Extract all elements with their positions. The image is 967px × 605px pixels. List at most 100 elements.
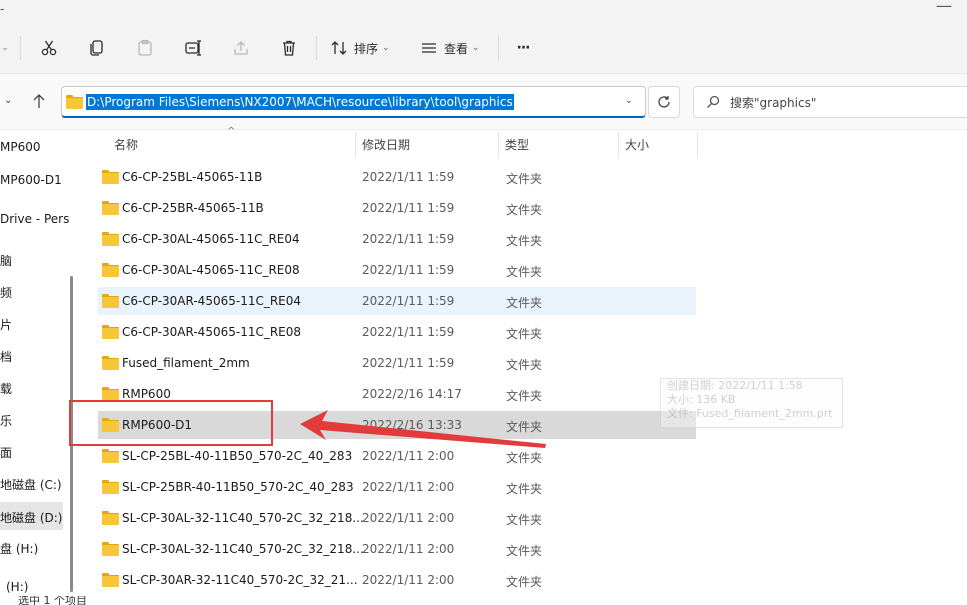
file-date: 2022/1/11 1:59 [362, 232, 455, 246]
file-name: C6-CP-25BL-45065-11B [122, 170, 263, 184]
sidebar-item-documents[interactable]: 档 [0, 348, 12, 365]
navigation-pane: MP600 MP600-D1 Drive - Pers 脑 频 片 档 载 乐 … [0, 130, 69, 605]
refresh-button[interactable] [648, 86, 680, 118]
chevron-down-icon: ⌄ [472, 43, 480, 53]
file-date: 2022/1/11 1:59 [362, 356, 455, 370]
status-selection-text: 选中 1 个项目 [18, 596, 87, 605]
search-icon [706, 95, 720, 109]
file-name: Fused_filament_2mm [122, 356, 250, 370]
paste-icon[interactable] [134, 36, 156, 60]
column-header-date[interactable]: 修改日期 [362, 130, 410, 158]
file-row[interactable]: C6-CP-25BL-45065-11B 2022/1/11 1:59 文件夹 [98, 163, 696, 191]
minimize-icon[interactable]: — [936, 0, 952, 15]
up-arrow-icon[interactable] [32, 93, 46, 113]
address-bar[interactable]: D:\Program Files\Siemens\NX2007\MACH\res… [61, 86, 646, 118]
file-name: SL-CP-30AL-32-11C40_570-2C_32_218... [122, 511, 364, 525]
file-row[interactable]: Fused_filament_2mm 2022/1/11 1:59 文件夹 [98, 349, 696, 377]
file-name: SL-CP-30AL-32-11C40_570-2C_32_218... [122, 542, 364, 556]
column-separator[interactable] [355, 132, 356, 158]
file-date: 2022/2/16 14:17 [362, 387, 462, 401]
sidebar-item-drive-h-2[interactable]: (H:) [6, 580, 28, 594]
file-row[interactable]: C6-CP-30AR-45065-11C_RE08 2022/1/11 1:59… [98, 318, 696, 346]
file-name: C6-CP-30AL-45065-11C_RE08 [122, 263, 300, 277]
delete-icon[interactable] [278, 36, 300, 60]
column-header-type[interactable]: 类型 [505, 130, 529, 158]
folder-icon [102, 356, 119, 370]
folder-icon [102, 449, 119, 463]
sort-ascending-icon[interactable]: ^ [227, 126, 235, 137]
sidebar-item-onedrive[interactable]: Drive - Pers [0, 212, 69, 226]
file-list: ^ 名称 修改日期 类型 大小 C6-CP-25BL-45065-11B 202… [80, 126, 967, 605]
view-button[interactable]: 查看 ⌄ [420, 36, 486, 60]
file-name: SL-CP-25BL-40-11B50_570-2C_40_283 [122, 449, 353, 463]
recent-locations-chevron-icon[interactable]: ⌄ [4, 95, 12, 106]
sidebar-item-drive-d[interactable]: 地磁盘 (D:) [0, 502, 63, 530]
column-separator[interactable] [498, 132, 499, 158]
file-row[interactable]: C6-CP-25BR-45065-11B 2022/1/11 1:59 文件夹 [98, 194, 696, 222]
folder-icon [102, 542, 119, 556]
column-separator[interactable] [618, 132, 619, 158]
folder-icon [102, 573, 119, 587]
file-date: 2022/1/11 1:59 [362, 325, 455, 339]
file-row[interactable]: C6-CP-30AL-45065-11C_RE08 2022/1/11 1:59… [98, 256, 696, 284]
column-header-name[interactable]: 名称 [114, 130, 138, 158]
file-type: 文件夹 [506, 265, 543, 279]
file-row[interactable]: SL-CP-30AL-32-11C40_570-2C_32_218... 202… [98, 504, 696, 532]
folder-icon [102, 325, 119, 339]
file-date: 2022/1/11 2:00 [362, 480, 455, 494]
sort-label: 排序 [354, 41, 379, 56]
sort-button[interactable]: 排序 ⌄ [330, 36, 396, 60]
sidebar-item-drive-c[interactable]: 地磁盘 (C:) [0, 476, 62, 493]
file-name: SL-CP-25BR-40-11B50_570-2C_40_283 [122, 480, 354, 494]
folder-icon [102, 232, 119, 246]
file-type: 文件夹 [506, 203, 543, 217]
annotation-arrow-icon [300, 410, 546, 448]
sidebar-item-videos[interactable]: 频 [0, 284, 12, 301]
address-dropdown-chevron-icon[interactable]: ⌄ [625, 95, 633, 106]
copy-icon[interactable] [86, 36, 108, 60]
search-box[interactable]: 搜索"graphics" [693, 86, 967, 118]
file-name: C6-CP-30AR-45065-11C_RE08 [122, 325, 302, 339]
rename-icon[interactable] [182, 36, 204, 60]
sidebar-item-desktop[interactable]: 面 [0, 444, 12, 461]
file-row[interactable]: SL-CP-25BR-40-11B50_570-2C_40_283 2022/1… [98, 473, 696, 501]
highlight-annotation-box [69, 400, 273, 446]
file-name: C6-CP-30AR-45065-11C_RE04 [122, 294, 302, 308]
file-row-hovered[interactable]: C6-CP-30AR-45065-11C_RE04 2022/1/11 1:59… [98, 287, 696, 315]
share-icon[interactable] [230, 36, 252, 60]
sidebar-item-this-pc[interactable]: 脑 [0, 252, 12, 269]
file-row[interactable]: C6-CP-30AL-45065-11C_RE04 2022/1/11 1:59… [98, 225, 696, 253]
cut-icon[interactable] [38, 36, 60, 60]
folder-icon [102, 387, 119, 401]
column-header-size[interactable]: 大小 [625, 130, 649, 158]
status-bar: 选中 1 个项目 [0, 596, 120, 605]
sidebar-item[interactable]: MP600 [0, 140, 41, 154]
file-name: RMP600 [122, 387, 171, 401]
tooltip-size: 大小: 136 KB [667, 393, 736, 406]
file-type: 文件夹 [506, 389, 543, 403]
view-icon [420, 39, 438, 57]
chevron-down-icon: ⌄ [382, 43, 390, 53]
column-separator[interactable] [697, 132, 698, 158]
refresh-icon [657, 95, 671, 109]
command-bar: ⌄ 排序 ⌄ 查看 ⌄ ··· [0, 22, 967, 74]
new-dropdown-chevron-icon[interactable]: ⌄ [0, 36, 10, 60]
folder-icon [102, 170, 119, 184]
sidebar-item-pictures[interactable]: 片 [0, 316, 12, 333]
folder-icon [102, 263, 119, 277]
file-date: 2022/1/11 1:59 [362, 294, 455, 308]
sidebar-item-downloads[interactable]: 载 [0, 380, 12, 397]
folder-icon [102, 294, 119, 308]
sidebar-item-music[interactable]: 乐 [0, 412, 12, 429]
file-type: 文件夹 [506, 482, 543, 496]
sidebar-item[interactable]: MP600-D1 [0, 173, 62, 187]
file-row[interactable]: SL-CP-30AR-32-11C40_570-2C_32_21... 2022… [98, 566, 696, 594]
address-path[interactable]: D:\Program Files\Siemens\NX2007\MACH\res… [86, 93, 514, 110]
view-label: 查看 [444, 41, 469, 56]
toolbar-separator [498, 36, 499, 60]
file-type: 文件夹 [506, 358, 543, 372]
more-options-button[interactable]: ··· [512, 36, 534, 60]
file-row[interactable]: SL-CP-30AL-32-11C40_570-2C_32_218... 202… [98, 535, 696, 563]
toolbar-separator [316, 36, 317, 60]
sidebar-item-drive-h[interactable]: 盘 (H:) [0, 540, 38, 557]
